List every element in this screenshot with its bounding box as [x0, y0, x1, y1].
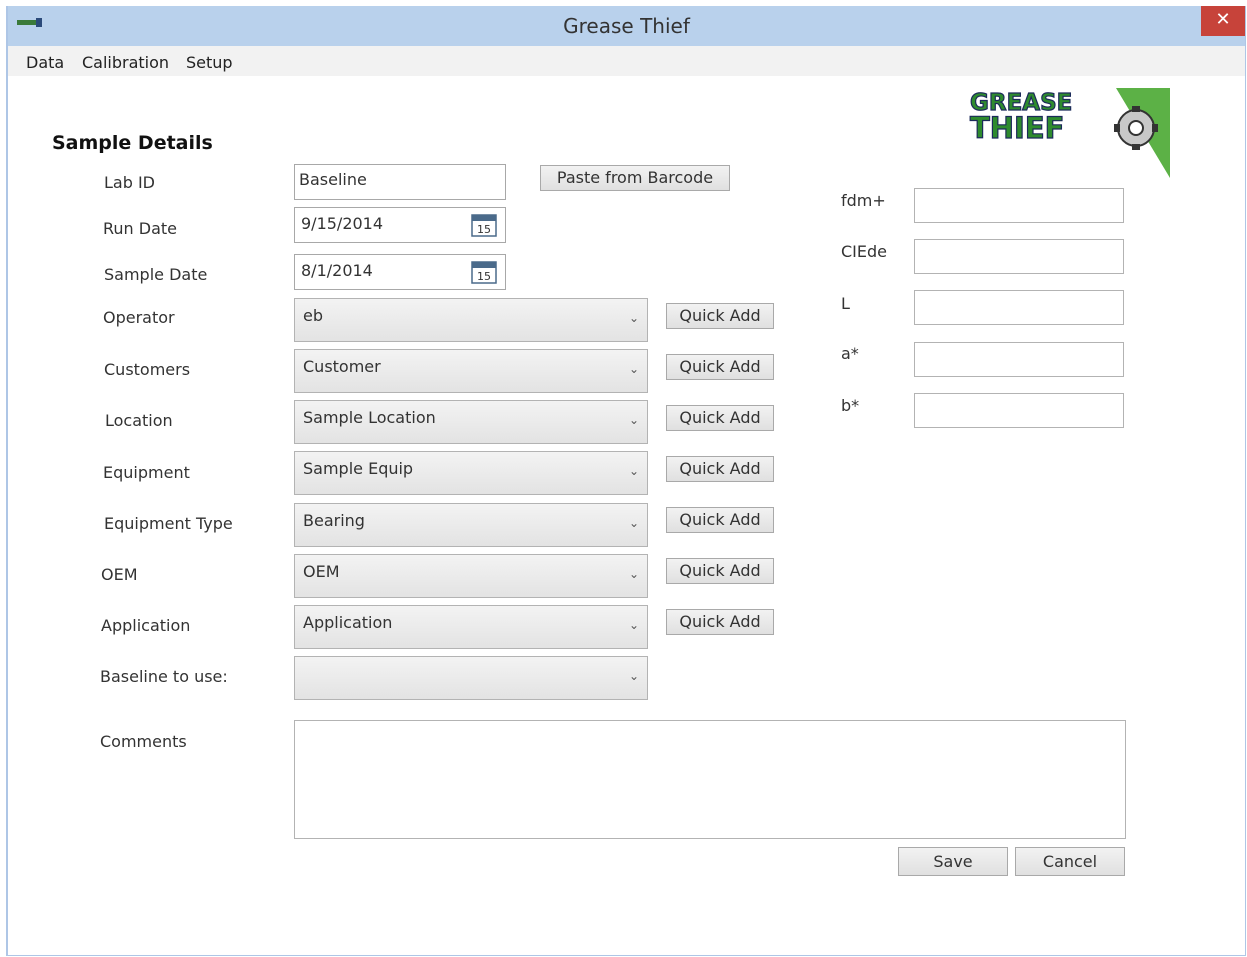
sample-date-value: 8/1/2014: [301, 261, 373, 280]
ciede-label: CIEde: [841, 242, 887, 261]
equipment-type-value: Bearing: [303, 511, 365, 530]
customers-value: Customer: [303, 357, 381, 376]
chevron-down-icon: ⌄: [628, 567, 639, 581]
quick-add-operator-button[interactable]: Quick Add: [666, 303, 774, 329]
save-button[interactable]: Save: [898, 847, 1008, 876]
fdm-label: fdm+: [841, 191, 886, 210]
sample-date-label: Sample Date: [104, 265, 208, 284]
calendar-icon[interactable]: 15: [471, 213, 497, 237]
calendar-icon[interactable]: 15: [471, 260, 497, 284]
close-button[interactable]: ✕: [1201, 6, 1245, 36]
oem-value: OEM: [303, 562, 340, 581]
menu-setup[interactable]: Setup: [186, 53, 233, 72]
menu-calibration[interactable]: Calibration: [82, 53, 169, 72]
run-date-label: Run Date: [103, 219, 178, 238]
application-select[interactable]: Application ⌄: [294, 605, 648, 649]
operator-select[interactable]: eb ⌄: [294, 298, 648, 342]
l-label: L: [841, 294, 850, 313]
b-star-input[interactable]: [914, 393, 1124, 428]
equipment-select[interactable]: Sample Equip ⌄: [294, 451, 648, 495]
chevron-down-icon: ⌄: [628, 362, 639, 376]
l-input[interactable]: [914, 290, 1124, 325]
lab-id-label: Lab ID: [104, 173, 155, 192]
section-title: Sample Details: [52, 132, 213, 154]
chevron-down-icon: ⌄: [628, 618, 639, 632]
run-date-picker[interactable]: 9/15/2014 15: [294, 207, 506, 243]
run-date-value: 9/15/2014: [301, 214, 384, 233]
quick-add-application-button[interactable]: Quick Add: [666, 609, 774, 635]
location-value: Sample Location: [303, 408, 436, 427]
paste-from-barcode-button[interactable]: Paste from Barcode: [540, 165, 730, 191]
logo-text-line2: THIEF: [970, 111, 1064, 145]
quick-add-oem-button[interactable]: Quick Add: [666, 558, 774, 584]
equipment-type-select[interactable]: Bearing ⌄: [294, 503, 648, 547]
application-value: Application: [303, 613, 393, 632]
chevron-down-icon: ⌄: [628, 311, 639, 325]
app-window: Grease Thief ✕ Data Calibration Setup GR…: [6, 6, 1246, 956]
customers-label: Customers: [104, 360, 191, 379]
cancel-button[interactable]: Cancel: [1015, 847, 1125, 876]
ciede-input[interactable]: [914, 239, 1124, 274]
window-title: Grease Thief: [563, 14, 690, 38]
a-star-input[interactable]: [914, 342, 1124, 377]
title-bar: Grease Thief ✕: [8, 6, 1245, 46]
operator-label: Operator: [103, 308, 175, 327]
calendar-day: 15: [477, 223, 491, 236]
menu-data[interactable]: Data: [26, 53, 64, 72]
comments-label: Comments: [100, 732, 187, 751]
oem-label: OEM: [101, 565, 138, 584]
location-select[interactable]: Sample Location ⌄: [294, 400, 648, 444]
chevron-down-icon: ⌄: [628, 413, 639, 427]
application-label: Application: [101, 616, 191, 635]
location-label: Location: [105, 411, 173, 430]
calendar-day: 15: [477, 270, 491, 283]
quick-add-equipment-button[interactable]: Quick Add: [666, 456, 774, 482]
quick-add-location-button[interactable]: Quick Add: [666, 405, 774, 431]
b-star-label: b*: [841, 396, 860, 415]
quick-add-equipment-type-button[interactable]: Quick Add: [666, 507, 774, 533]
equipment-value: Sample Equip: [303, 459, 414, 478]
baseline-to-use-label: Baseline to use:: [100, 667, 228, 686]
operator-value: eb: [303, 306, 323, 325]
sample-date-picker[interactable]: 8/1/2014 15: [294, 254, 506, 290]
chevron-down-icon: ⌄: [628, 516, 639, 530]
lab-id-input[interactable]: Baseline: [294, 164, 506, 200]
oem-select[interactable]: OEM ⌄: [294, 554, 648, 598]
fdm-input[interactable]: [914, 188, 1124, 223]
comments-textarea[interactable]: [294, 720, 1126, 839]
chevron-down-icon: ⌄: [628, 669, 639, 683]
menu-bar: Data Calibration Setup: [8, 46, 1245, 76]
customers-select[interactable]: Customer ⌄: [294, 349, 648, 393]
equipment-type-label: Equipment Type: [104, 514, 233, 533]
grease-thief-logo: GREASE THIEF: [969, 88, 1170, 178]
baseline-to-use-select[interactable]: ⌄: [294, 656, 648, 700]
quick-add-customers-button[interactable]: Quick Add: [666, 354, 774, 380]
chevron-down-icon: ⌄: [628, 464, 639, 478]
a-star-label: a*: [841, 344, 859, 363]
equipment-label: Equipment: [103, 463, 190, 482]
